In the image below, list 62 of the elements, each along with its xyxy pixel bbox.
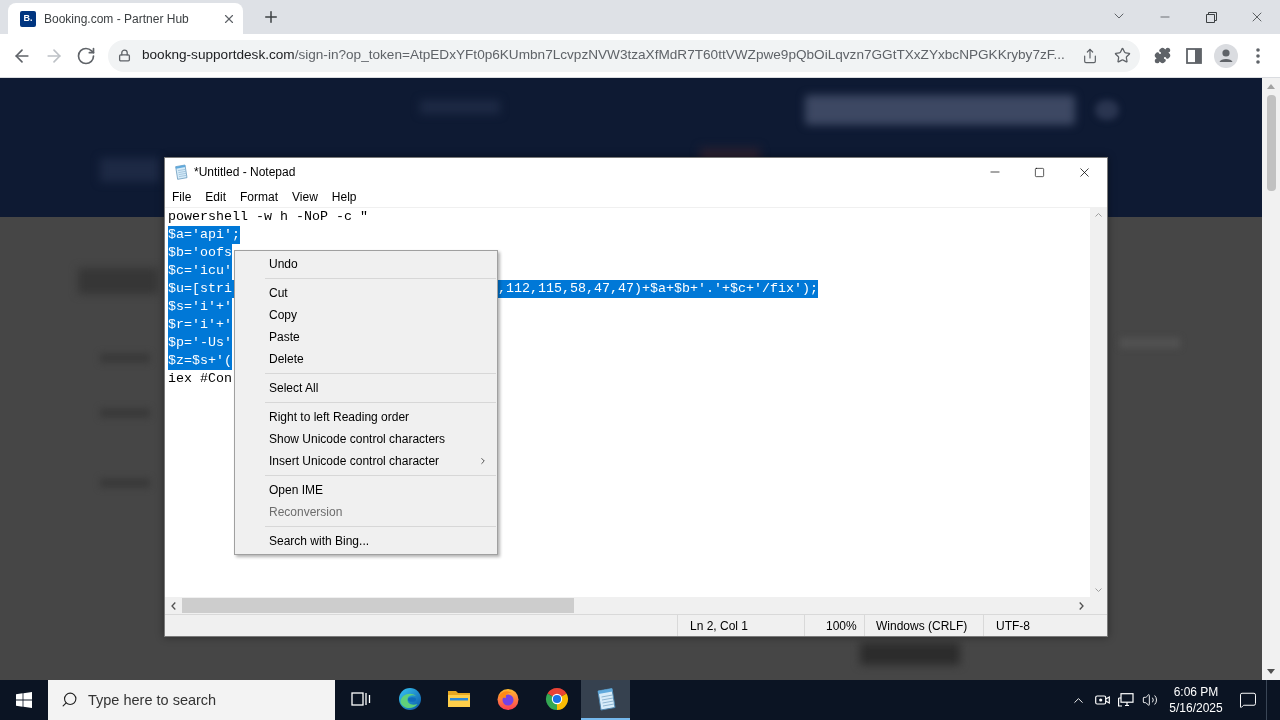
browser-tab[interactable]: B. Booking.com - Partner Hub	[8, 3, 243, 34]
profile-avatar-icon	[1214, 43, 1238, 68]
menu-item[interactable]: Undo	[235, 253, 497, 275]
address-bar[interactable]: bookng-supportdesk.com/sign-in?op_token=AtpEDxYFt0p6KUmbn7LcvpzNVW3tzaXfMdR7T60ttVWZpwe9pQbOiLqvzn7GGtTXxZYxbcNPGKKryby7zF...	[108, 39, 1140, 72]
chrome-icon	[544, 687, 569, 711]
status-text: UTF-8	[996, 617, 1030, 635]
status-text: Windows (CRLF)	[876, 617, 968, 635]
camera-icon	[1094, 693, 1110, 707]
folder-icon	[446, 689, 471, 709]
side-panel-icon	[1186, 47, 1202, 64]
clock-date[interactable]: 5/16/2025	[1169, 700, 1223, 716]
plus-icon	[262, 8, 280, 26]
menu-bar-item[interactable]: Edit	[198, 187, 234, 206]
speaker-icon	[1142, 692, 1158, 708]
scrollbar-thumb[interactable]	[1266, 95, 1276, 191]
browser-swirl-icon	[397, 687, 422, 711]
clock-time[interactable]: 6:06 PM	[1173, 684, 1219, 700]
scroll-down-arrow-icon	[1267, 669, 1275, 674]
url-text: bookng-supportdesk.com/sign-in?op_token=AtpEDxYFt0p6KUmbn7LcvpzNVW3tzaXfMdR7T60ttVWZpwe9pQbOiLqvzn7GGtTXxZYxbcNPGKKryby7zF...	[142, 46, 1066, 65]
tab-title: Booking.com - Partner Hub	[44, 10, 190, 28]
status-text: 100%	[826, 617, 857, 635]
text-line: powershell -w h -NoP -c "	[168, 208, 368, 226]
lock-icon	[118, 49, 131, 62]
notepad-icon	[173, 164, 189, 180]
maximize-icon	[1034, 166, 1045, 178]
menu-bar-item[interactable]: File	[165, 187, 199, 206]
network-icon	[1118, 693, 1134, 707]
puzzle-icon	[1153, 47, 1171, 64]
menu-icon	[1256, 47, 1260, 64]
star-icon	[1113, 47, 1131, 64]
menu-item[interactable]: Paste	[235, 326, 497, 348]
menu-item[interactable]: Show Unicode control characters	[235, 428, 497, 450]
scroll-up-arrow-icon	[1267, 84, 1275, 89]
browser-globe-icon	[495, 687, 520, 711]
window-title: *Untitled - Notepad	[194, 164, 296, 181]
windows-logo-icon	[16, 692, 32, 708]
search-field[interactable]: Type here to search	[48, 680, 335, 720]
menu-item[interactable]: Open IME	[235, 479, 497, 501]
search-icon	[61, 691, 78, 708]
menu-bar-item[interactable]: Format	[233, 187, 286, 206]
restore-icon	[1205, 11, 1217, 23]
scrollbar-thumb[interactable]	[182, 598, 574, 613]
page-scrollbar[interactable]	[1262, 78, 1280, 680]
site-favicon: B.	[20, 10, 36, 27]
menu-bar-item[interactable]: View	[285, 187, 325, 206]
menu-bar-item[interactable]: Help	[324, 187, 364, 206]
reload-icon	[76, 45, 96, 66]
notepad-button[interactable]	[581, 680, 630, 720]
menu-item[interactable]: Delete	[235, 348, 497, 370]
menu-item[interactable]: Cut	[235, 282, 497, 304]
vertical-scrollbar[interactable]	[1090, 208, 1107, 597]
status-text: Ln 2, Col 1	[690, 617, 749, 635]
notification-icon	[1239, 691, 1257, 709]
horizontal-scrollbar[interactable]	[165, 597, 1090, 614]
menu-item[interactable]: Search with Bing...	[235, 530, 497, 552]
menu-item[interactable]: Select All	[235, 377, 497, 399]
text-line: iex #Con	[168, 370, 232, 388]
share-icon	[1082, 47, 1098, 64]
menu-item[interactable]: Right to left Reading order	[235, 406, 497, 428]
menu-item[interactable]: Copy	[235, 304, 497, 326]
task-view-icon	[350, 691, 371, 707]
menu-item[interactable]: Insert Unicode control character	[235, 450, 497, 472]
